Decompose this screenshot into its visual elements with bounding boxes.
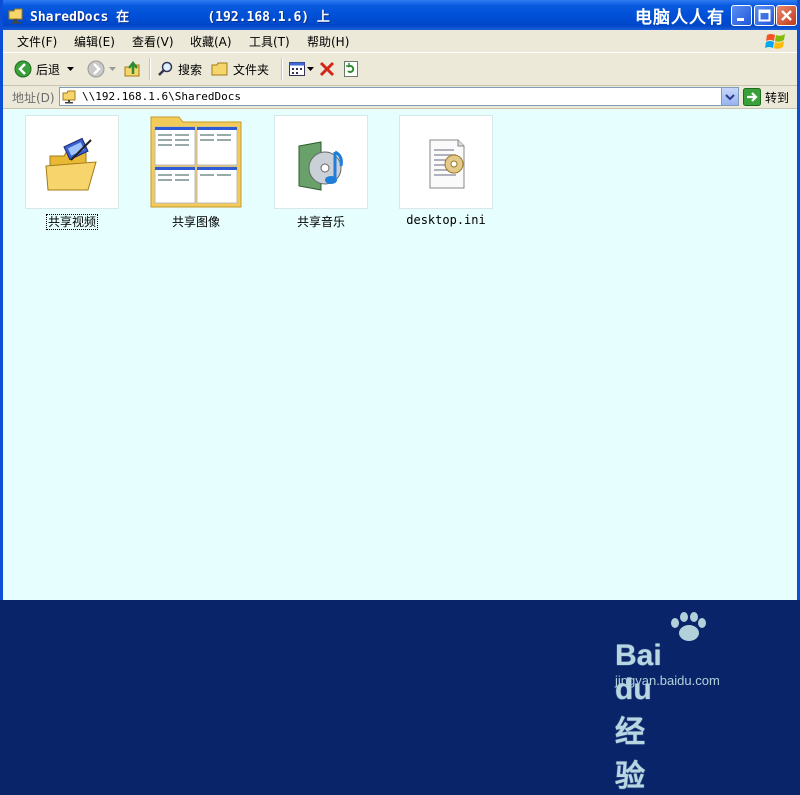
windows-logo-icon [765, 34, 785, 49]
image-folder-icon [150, 116, 242, 208]
file-item-desktop-ini[interactable]: desktop.ini [391, 115, 501, 227]
search-icon [158, 61, 173, 76]
file-name: 共享视频 [45, 214, 98, 230]
maximize-icon [758, 9, 771, 22]
folders-label: 文件夹 [233, 62, 270, 77]
toolbar: 后退 搜索 文件夹 [3, 53, 797, 86]
minimize-button[interactable] [731, 5, 752, 26]
folders-button[interactable]: 文件夹 [211, 59, 269, 79]
chevron-down-icon [109, 67, 116, 71]
address-dropdown[interactable] [721, 88, 738, 105]
menu-view[interactable]: 查看(V) [132, 33, 174, 50]
chevron-down-icon [67, 67, 74, 71]
paw-print-icon [671, 612, 706, 641]
views-grid-icon [289, 62, 305, 76]
title-watermark: 电脑人人有 [635, 8, 725, 28]
views-button[interactable] [289, 59, 315, 79]
forward-arrow-icon [87, 60, 105, 78]
chevron-down-icon [307, 67, 314, 71]
go-label: 转到 [765, 90, 790, 105]
music-folder-icon [298, 141, 343, 191]
search-label: 搜索 [178, 62, 203, 77]
file-item-shared-pictures[interactable]: 共享图像 [141, 115, 251, 230]
explorer-window: SharedDocs 在 (192.168.1.6) 上 电脑人人有 文件(F)… [0, 0, 800, 793]
delete-button[interactable] [319, 59, 335, 79]
go-arrow-icon [743, 88, 761, 106]
file-view[interactable]: 共享视频 共享图像 共享音乐 desktop.ini Bai du 经验 jin… [3, 109, 797, 793]
address-label: 地址(D) [12, 91, 55, 105]
forward-dropdown[interactable] [109, 59, 117, 79]
thumbnail [149, 115, 243, 209]
address-bar: 地址(D) \\192.168.1.6\SharedDocs 转到 [3, 86, 797, 109]
menu-edit[interactable]: 编辑(E) [74, 33, 115, 50]
chevron-down-icon [725, 94, 735, 101]
thumbnail [274, 115, 368, 209]
back-arrow-icon [14, 60, 32, 78]
refresh-button[interactable] [344, 59, 358, 79]
network-folder-icon [8, 8, 23, 24]
close-button[interactable] [776, 5, 797, 26]
watermark-url: jingyan.baidu.com [615, 673, 720, 688]
menu-tools[interactable]: 工具(T) [249, 33, 290, 50]
window-title: SharedDocs 在 (192.168.1.6) 上 [30, 10, 330, 25]
close-icon [781, 10, 792, 21]
file-name: desktop.ini [406, 213, 486, 227]
folder-icon [211, 62, 228, 76]
go-button[interactable]: 转到 [743, 87, 789, 107]
video-folder-icon [45, 137, 97, 191]
file-name: 共享图像 [171, 215, 220, 229]
refresh-icon [344, 61, 358, 77]
up-folder-button[interactable] [124, 59, 142, 79]
address-input[interactable]: \\192.168.1.6\SharedDocs [59, 87, 739, 106]
toolbar-separator [149, 58, 151, 80]
thumbnail [25, 115, 119, 209]
file-name: 共享音乐 [296, 215, 345, 229]
search-button[interactable]: 搜索 [158, 59, 202, 79]
address-value: \\192.168.1.6\SharedDocs [82, 90, 241, 103]
forward-button[interactable] [87, 59, 105, 79]
back-dropdown[interactable] [67, 59, 75, 79]
menu-help[interactable]: 帮助(H) [307, 33, 349, 50]
ini-file-icon [429, 139, 465, 189]
back-button[interactable]: 后退 [14, 59, 60, 79]
watermark-brand: Bai du 经验 [615, 639, 662, 793]
toolbar-separator [281, 58, 283, 80]
back-label: 后退 [36, 62, 61, 77]
menu-favorites[interactable]: 收藏(A) [190, 33, 232, 50]
thumbnail [399, 115, 493, 209]
up-folder-icon [124, 60, 140, 77]
file-item-shared-music[interactable]: 共享音乐 [266, 115, 376, 230]
delete-x-icon [319, 61, 335, 77]
maximize-button[interactable] [754, 5, 775, 26]
file-item-shared-video[interactable]: 共享视频 [17, 115, 127, 230]
minimize-icon [737, 18, 744, 21]
menu-bar: 文件(F) 编辑(E) 查看(V) 收藏(A) 工具(T) 帮助(H) [3, 30, 797, 53]
network-folder-icon [62, 90, 76, 104]
menu-file[interactable]: 文件(F) [17, 33, 57, 50]
title-bar[interactable]: SharedDocs 在 (192.168.1.6) 上 电脑人人有 [3, 0, 797, 30]
